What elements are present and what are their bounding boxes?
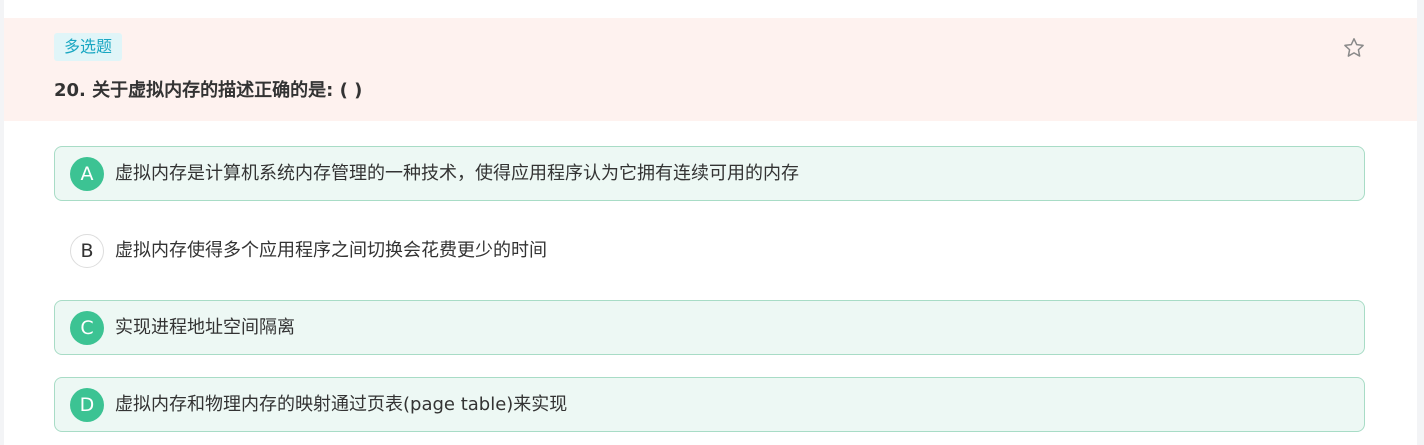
question-header: 多选题 20. 关于虚拟内存的描述正确的是: ( ) [4, 18, 1417, 121]
page-background: 多选题 20. 关于虚拟内存的描述正确的是: ( ) A 虚拟内存是计算机系统内… [0, 0, 1424, 445]
option-c[interactable]: C 实现进程地址空间隔离 [54, 300, 1365, 355]
option-text: 虚拟内存和物理内存的映射通过页表(page table)来实现 [115, 394, 568, 415]
star-icon[interactable] [1342, 36, 1366, 60]
question-card: 多选题 20. 关于虚拟内存的描述正确的是: ( ) A 虚拟内存是计算机系统内… [4, 0, 1417, 445]
option-letter: A [70, 157, 104, 191]
option-a[interactable]: A 虚拟内存是计算机系统内存管理的一种技术，使得应用程序认为它拥有连续可用的内存 [54, 146, 1365, 201]
option-letter: C [70, 311, 104, 345]
option-text: 实现进程地址空间隔离 [115, 317, 295, 338]
option-d[interactable]: D 虚拟内存和物理内存的映射通过页表(page table)来实现 [54, 377, 1365, 432]
question-type-badge: 多选题 [54, 33, 123, 61]
option-text: 虚拟内存是计算机系统内存管理的一种技术，使得应用程序认为它拥有连续可用的内存 [115, 163, 799, 184]
question-title: 20. 关于虚拟内存的描述正确的是: ( ) [54, 80, 363, 101]
option-text: 虚拟内存使得多个应用程序之间切换会花费更少的时间 [115, 240, 547, 261]
option-b[interactable]: B 虚拟内存使得多个应用程序之间切换会花费更少的时间 [54, 223, 1365, 278]
option-letter: B [70, 234, 104, 268]
option-letter: D [70, 388, 104, 422]
